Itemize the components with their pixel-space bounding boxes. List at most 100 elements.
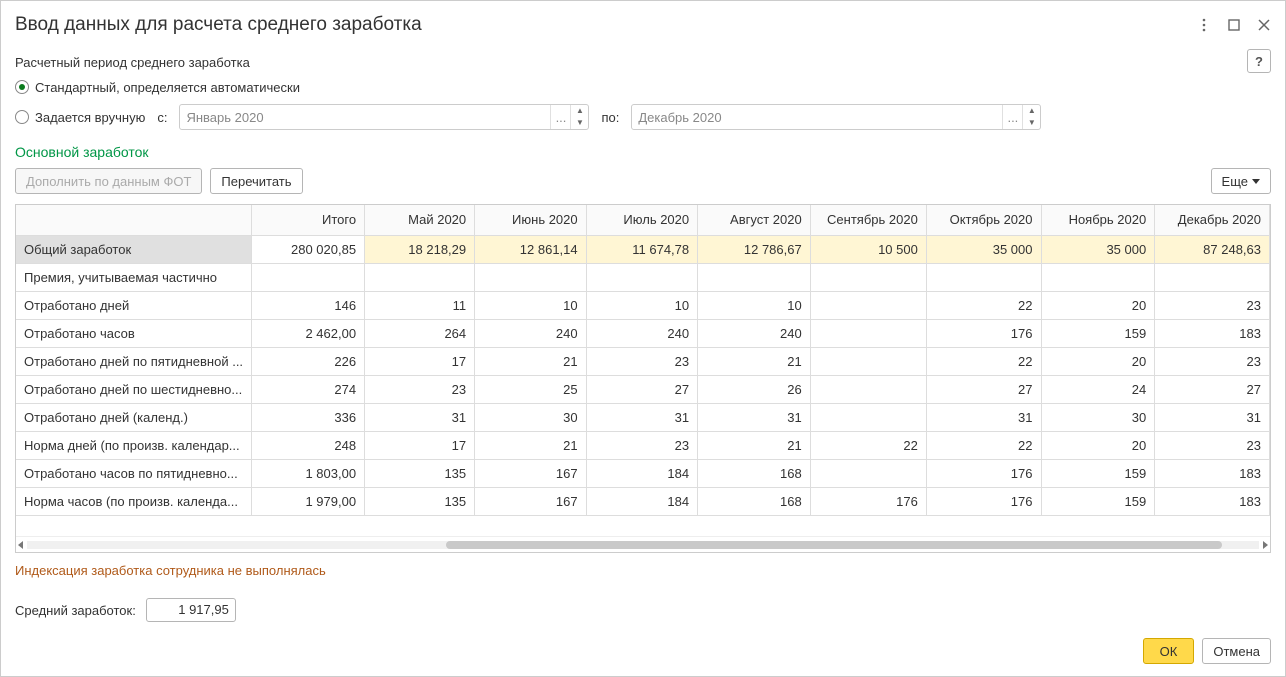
period-to-input[interactable] [632, 105, 1002, 129]
cell-value[interactable]: 31 [1155, 403, 1270, 431]
row-total[interactable]: 280 020,85 [252, 235, 365, 263]
cell-value[interactable]: 183 [1155, 319, 1270, 347]
cell-value[interactable]: 27 [926, 375, 1041, 403]
row-total[interactable]: 226 [252, 347, 365, 375]
close-icon[interactable] [1257, 18, 1271, 32]
column-header[interactable]: Итого [252, 205, 365, 235]
cell-value[interactable]: 30 [475, 403, 586, 431]
cell-value[interactable]: 167 [475, 487, 586, 515]
menu-dots-icon[interactable] [1197, 18, 1211, 32]
cell-value[interactable]: 159 [1041, 319, 1155, 347]
ok-button[interactable]: ОК [1143, 638, 1195, 664]
table-row[interactable]: Отработано часов2 462,002642402402401761… [16, 319, 1270, 347]
cell-value[interactable]: 87 248,63 [1155, 235, 1270, 263]
scrollbar-track[interactable] [27, 541, 1259, 549]
spin-up-icon[interactable]: ▲ [1023, 105, 1040, 117]
cell-value[interactable]: 17 [365, 431, 475, 459]
cancel-button[interactable]: Отмена [1202, 638, 1271, 664]
cell-value[interactable]: 22 [926, 431, 1041, 459]
row-total[interactable]: 336 [252, 403, 365, 431]
row-total[interactable]: 274 [252, 375, 365, 403]
cell-value[interactable] [810, 263, 926, 291]
cell-value[interactable]: 23 [586, 347, 698, 375]
scroll-right-icon[interactable] [1263, 541, 1268, 549]
cell-value[interactable]: 18 218,29 [365, 235, 475, 263]
table-row[interactable]: Отработано дней (календ.)336313031313130… [16, 403, 1270, 431]
column-header[interactable]: Июль 2020 [586, 205, 698, 235]
cell-value[interactable]: 159 [1041, 459, 1155, 487]
cell-value[interactable]: 168 [698, 459, 811, 487]
row-total[interactable]: 248 [252, 431, 365, 459]
cell-value[interactable]: 168 [698, 487, 811, 515]
average-value[interactable]: 1 917,95 [146, 598, 236, 622]
cell-value[interactable]: 176 [926, 459, 1041, 487]
column-header[interactable]: Сентябрь 2020 [810, 205, 926, 235]
cell-value[interactable]: 21 [698, 431, 811, 459]
cell-value[interactable]: 31 [586, 403, 698, 431]
column-header[interactable]: Май 2020 [365, 205, 475, 235]
column-header[interactable]: Июнь 2020 [475, 205, 586, 235]
cell-value[interactable] [1155, 263, 1270, 291]
row-total[interactable]: 2 462,00 [252, 319, 365, 347]
cell-value[interactable] [810, 403, 926, 431]
row-total[interactable]: 1 979,00 [252, 487, 365, 515]
cell-value[interactable]: 176 [926, 487, 1041, 515]
cell-value[interactable]: 176 [810, 487, 926, 515]
help-button[interactable]: ? [1247, 49, 1271, 73]
cell-value[interactable]: 27 [586, 375, 698, 403]
cell-value[interactable]: 31 [926, 403, 1041, 431]
cell-value[interactable] [810, 347, 926, 375]
cell-value[interactable]: 22 [926, 291, 1041, 319]
period-from-picker[interactable]: ... [550, 105, 570, 129]
cell-value[interactable]: 24 [1041, 375, 1155, 403]
spin-up-icon[interactable]: ▲ [571, 105, 588, 117]
period-mode-manual-row[interactable]: Задается вручную с: ... ▲ ▼ по: ... ▲ ▼ [15, 104, 1271, 130]
cell-value[interactable]: 25 [475, 375, 586, 403]
cell-value[interactable]: 240 [586, 319, 698, 347]
cell-value[interactable]: 35 000 [1041, 235, 1155, 263]
cell-value[interactable]: 240 [475, 319, 586, 347]
cell-value[interactable]: 184 [586, 487, 698, 515]
cell-value[interactable]: 23 [1155, 431, 1270, 459]
more-button[interactable]: Еще [1211, 168, 1271, 194]
spin-down-icon[interactable]: ▼ [1023, 117, 1040, 129]
cell-value[interactable]: 159 [1041, 487, 1155, 515]
cell-value[interactable]: 135 [365, 459, 475, 487]
recalc-button[interactable]: Перечитать [210, 168, 302, 194]
cell-value[interactable]: 21 [475, 347, 586, 375]
scroll-left-icon[interactable] [18, 541, 23, 549]
cell-value[interactable] [810, 319, 926, 347]
cell-value[interactable]: 27 [1155, 375, 1270, 403]
cell-value[interactable]: 26 [698, 375, 811, 403]
cell-value[interactable]: 184 [586, 459, 698, 487]
cell-value[interactable]: 135 [365, 487, 475, 515]
cell-value[interactable]: 23 [1155, 291, 1270, 319]
cell-value[interactable] [586, 263, 698, 291]
cell-value[interactable]: 22 [926, 347, 1041, 375]
column-header[interactable] [16, 205, 252, 235]
table-row[interactable]: Премия, учитываемая частично [16, 263, 1270, 291]
cell-value[interactable]: 20 [1041, 431, 1155, 459]
column-header[interactable]: Август 2020 [698, 205, 811, 235]
table-row[interactable]: Отработано дней14611101010222023 [16, 291, 1270, 319]
period-to-picker[interactable]: ... [1002, 105, 1022, 129]
cell-value[interactable]: 10 [698, 291, 811, 319]
cell-value[interactable]: 12 786,67 [698, 235, 811, 263]
column-header[interactable]: Ноябрь 2020 [1041, 205, 1155, 235]
cell-value[interactable]: 12 861,14 [475, 235, 586, 263]
cell-value[interactable] [810, 375, 926, 403]
cell-value[interactable]: 10 500 [810, 235, 926, 263]
cell-value[interactable]: 17 [365, 347, 475, 375]
cell-value[interactable]: 20 [1041, 291, 1155, 319]
cell-value[interactable]: 22 [810, 431, 926, 459]
cell-value[interactable]: 21 [475, 431, 586, 459]
cell-value[interactable]: 167 [475, 459, 586, 487]
cell-value[interactable] [926, 263, 1041, 291]
cell-value[interactable] [475, 263, 586, 291]
cell-value[interactable]: 264 [365, 319, 475, 347]
cell-value[interactable]: 23 [365, 375, 475, 403]
cell-value[interactable]: 31 [365, 403, 475, 431]
cell-value[interactable]: 176 [926, 319, 1041, 347]
cell-value[interactable]: 20 [1041, 347, 1155, 375]
cell-value[interactable] [698, 263, 811, 291]
